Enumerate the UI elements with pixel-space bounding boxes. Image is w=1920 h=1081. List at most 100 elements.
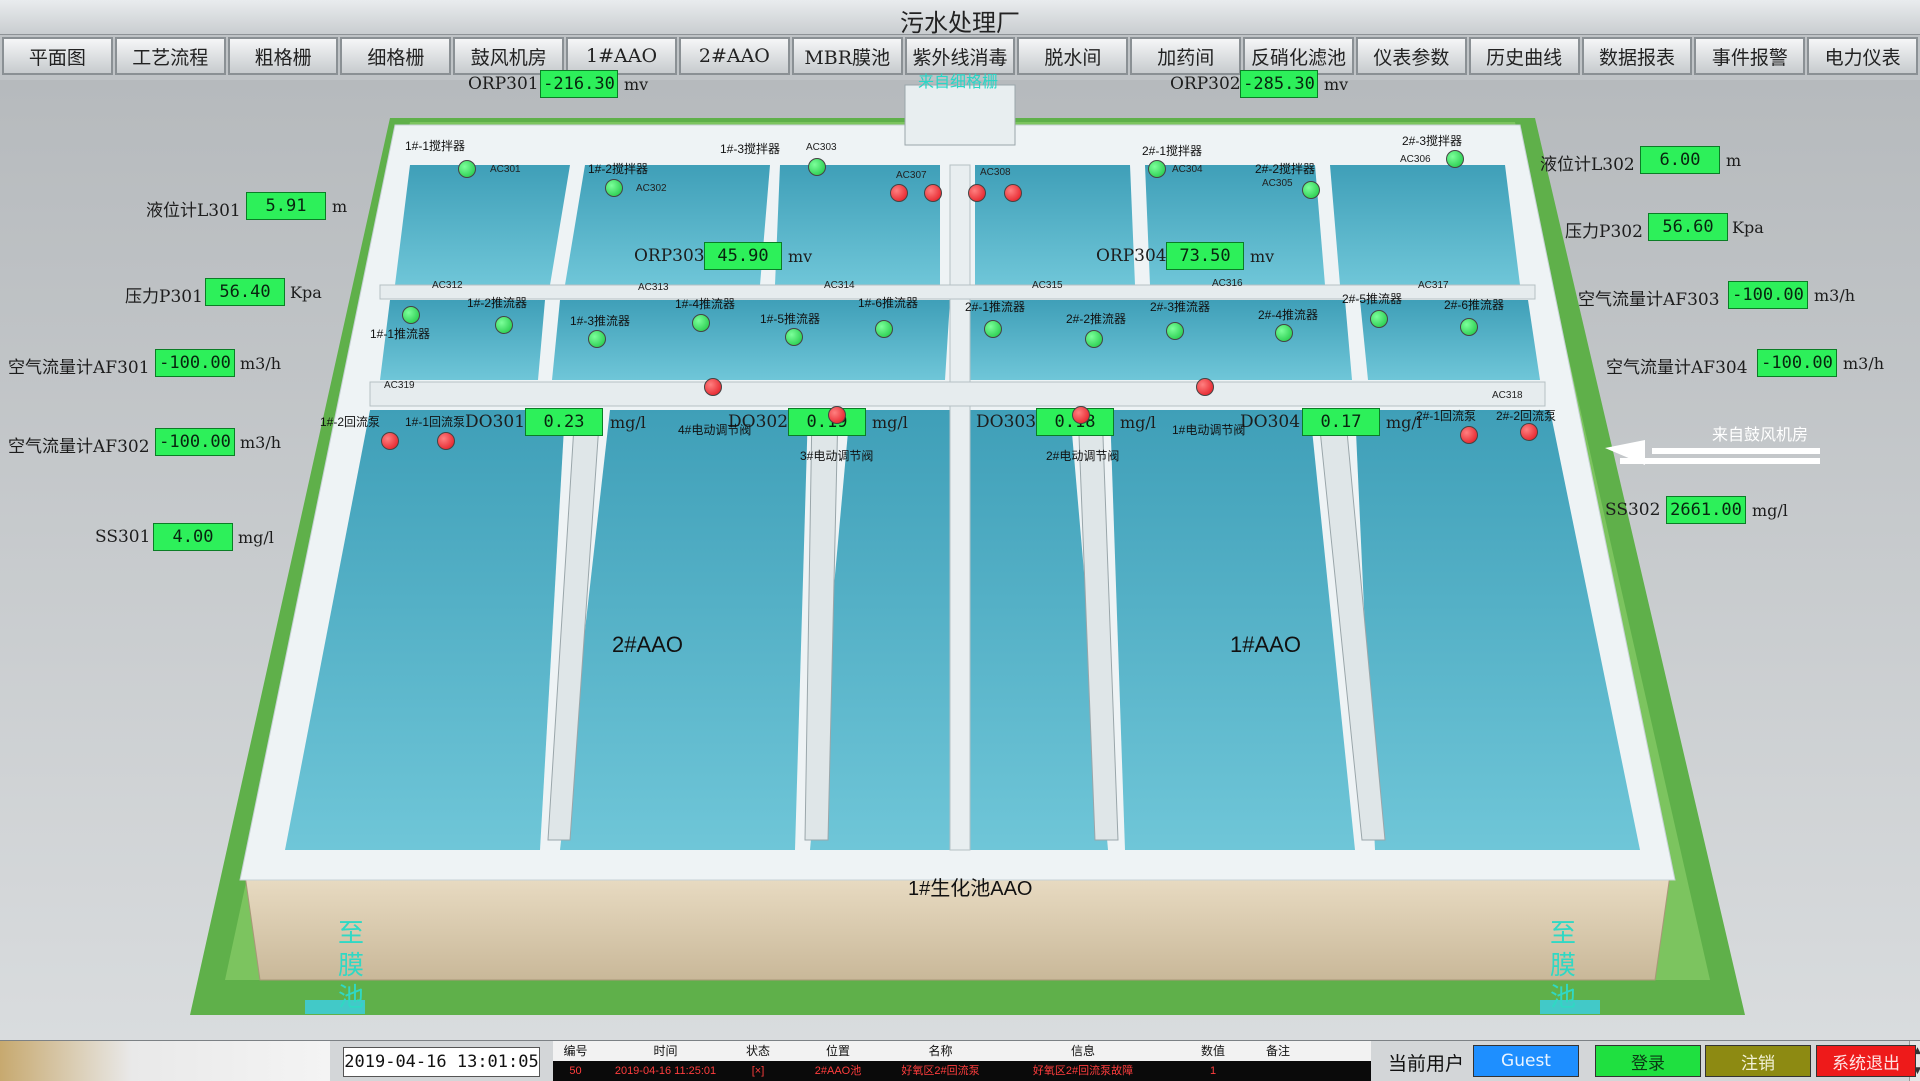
code-ac314: AC314	[824, 280, 855, 291]
pusher-2-1-indicator[interactable]	[984, 320, 1002, 338]
nav-coarse-screen[interactable]: 粗格栅	[227, 37, 339, 75]
pusher-2-6-label: 2#-6推流器	[1444, 298, 1505, 312]
alarm-cell-name: 好氧区2#回流泵	[901, 1065, 980, 1077]
nav-power-meters[interactable]: 电力仪表	[1807, 37, 1919, 75]
plant-view: 来自细格栅 来自鼓风机房 2#AAO 1#AAO 1#生化池AAO 至膜池 至膜…	[0, 70, 1920, 1040]
return-pump-1-2-label: 1#-2回流泵	[320, 415, 381, 429]
pusher-1-1-indicator[interactable]	[402, 306, 420, 324]
return-pump-1-1-indicator[interactable]	[437, 432, 455, 450]
pusher-2-2-indicator[interactable]	[1085, 330, 1103, 348]
af304-label: 空气流量计AF304	[1606, 358, 1748, 378]
pusher-2-6-indicator[interactable]	[1460, 318, 1478, 336]
af303-value: -100.00	[1728, 281, 1808, 309]
current-user-label: 当前用户	[1388, 1053, 1465, 1075]
alarm-cell-info: 好氧区2#回流泵故障	[1032, 1065, 1134, 1077]
af301-unit: m3/h	[240, 354, 282, 373]
alarm-list[interactable]: 编号 时间 状态 位置 名称 信息 数值 备注 50 2019-04-16 11…	[553, 1041, 1920, 1081]
pusher-2-3-indicator[interactable]	[1166, 322, 1184, 340]
code-ac318: AC318	[1492, 390, 1523, 401]
nav-plan[interactable]: 平面图	[2, 37, 113, 75]
nav-aao-2[interactable]: 2#AAO	[678, 37, 790, 75]
pusher-1-3-indicator[interactable]	[588, 330, 606, 348]
af303-unit: m3/h	[1814, 286, 1856, 305]
code-ac319: AC319	[384, 380, 415, 391]
ss302-unit: mg/l	[1752, 501, 1788, 520]
alarm-row[interactable]: 50 2019-04-16 11:25:01 [×] 2#AAO池 好氧区2#回…	[553, 1061, 1371, 1081]
valve-1-label: 1#电动调节阀	[1172, 423, 1246, 437]
af301-label: 空气流量计AF301	[8, 358, 150, 378]
mixer-1-3-indicator[interactable]	[808, 158, 826, 176]
pusher-2-2-label: 2#-2推流器	[1066, 312, 1127, 326]
nav-mbr[interactable]: MBR膜池	[791, 37, 903, 75]
orp303-value: 45.90	[704, 242, 782, 270]
nav-history[interactable]: 历史曲线	[1468, 37, 1580, 75]
p301-unit: Kpa	[290, 283, 322, 302]
status-bar: 2019-04-16 13:01:05 编号 时间 状态 位置 名称 信息 数值…	[0, 1040, 1920, 1081]
app-title: 污水处理厂	[900, 9, 1020, 37]
alarm-col-name: 名称	[928, 1044, 953, 1058]
mixer-1-1-label: 1#-1搅拌器	[405, 139, 466, 153]
pusher-2-5-label: 2#-5推流器	[1342, 292, 1403, 306]
login-button[interactable]: 登录	[1595, 1045, 1701, 1077]
af302-label: 空气流量计AF302	[8, 437, 150, 457]
af301-value: -100.00	[155, 349, 235, 377]
l302-unit: m	[1726, 151, 1742, 170]
return-pump-2-2-indicator[interactable]	[1520, 423, 1538, 441]
valve-4-indicator[interactable]	[704, 378, 722, 396]
l302-label: 液位计L302	[1540, 155, 1635, 175]
datetime-display: 2019-04-16 13:01:05	[343, 1047, 540, 1077]
nav-alarms[interactable]: 事件报警	[1694, 37, 1806, 75]
code-ac316: AC316	[1212, 278, 1243, 289]
exit-button[interactable]: 系统退出	[1816, 1045, 1916, 1077]
valve-1-indicator[interactable]	[1196, 378, 1214, 396]
do302-value: 0.19	[788, 408, 866, 436]
nav-instrument-params[interactable]: 仪表参数	[1355, 37, 1467, 75]
do304-value: 0.17	[1302, 408, 1380, 436]
pusher-1-3-label: 1#-3推流器	[570, 314, 631, 328]
mixer-1-2-indicator[interactable]	[605, 179, 623, 197]
nav-reports[interactable]: 数据报表	[1581, 37, 1693, 75]
pusher-1-1-label: 1#-1推流器	[370, 327, 431, 341]
pusher-1-4-label: 1#-4推流器	[675, 297, 736, 311]
nav-dosing[interactable]: 加药间	[1130, 37, 1242, 75]
nav-fine-screen[interactable]: 细格栅	[340, 37, 452, 75]
mixer-2-1-label: 2#-1搅拌器	[1142, 144, 1203, 158]
pusher-2-4-indicator[interactable]	[1275, 324, 1293, 342]
ac308-indicator-b[interactable]	[1004, 184, 1022, 202]
do302-unit: mg/l	[872, 413, 908, 432]
return-pump-1-2-indicator[interactable]	[381, 432, 399, 450]
code-ac315: AC315	[1032, 280, 1063, 291]
mixer-1-1-indicator[interactable]	[458, 160, 476, 178]
pusher-2-1-label: 2#-1推流器	[965, 300, 1026, 314]
title-bar: 污水处理厂	[0, 0, 1920, 37]
return-pump-2-1-indicator[interactable]	[1460, 426, 1478, 444]
ac308-indicator-a[interactable]	[968, 184, 986, 202]
do303-label: DO303	[976, 412, 1037, 432]
valve-4-label: 4#电动调节阀	[678, 423, 752, 437]
pusher-2-5-indicator[interactable]	[1370, 310, 1388, 328]
ss302-label: SS302	[1605, 500, 1661, 520]
alarm-cell-location: 2#AAO池	[814, 1065, 862, 1077]
mixer-2-3-indicator[interactable]	[1446, 150, 1464, 168]
orp304-unit: mv	[1250, 247, 1275, 266]
af302-unit: m3/h	[240, 433, 282, 452]
code-ac302: AC302	[636, 183, 667, 194]
valve-3-indicator[interactable]	[828, 406, 846, 424]
nav-dewatering[interactable]: 脱水间	[1017, 37, 1129, 75]
logout-button[interactable]: 注销	[1705, 1045, 1811, 1077]
mixer-2-1-indicator[interactable]	[1148, 160, 1166, 178]
pusher-1-5-indicator[interactable]	[785, 328, 803, 346]
pusher-1-2-indicator[interactable]	[495, 316, 513, 334]
code-ac306: AC306	[1400, 154, 1431, 165]
ac307-indicator-b[interactable]	[924, 184, 942, 202]
pusher-1-6-indicator[interactable]	[875, 320, 893, 338]
alarm-col-value: 数值	[1200, 1044, 1225, 1058]
orp301-value: -216.30	[540, 70, 618, 98]
ac307-indicator-a[interactable]	[890, 184, 908, 202]
pusher-1-2-label: 1#-2推流器	[467, 296, 528, 310]
valve-2-indicator[interactable]	[1072, 406, 1090, 424]
mixer-2-2-indicator[interactable]	[1302, 181, 1320, 199]
user-name-field[interactable]: Guest	[1473, 1045, 1579, 1077]
pusher-1-4-indicator[interactable]	[692, 314, 710, 332]
nav-process-flow[interactable]: 工艺流程	[114, 37, 226, 75]
